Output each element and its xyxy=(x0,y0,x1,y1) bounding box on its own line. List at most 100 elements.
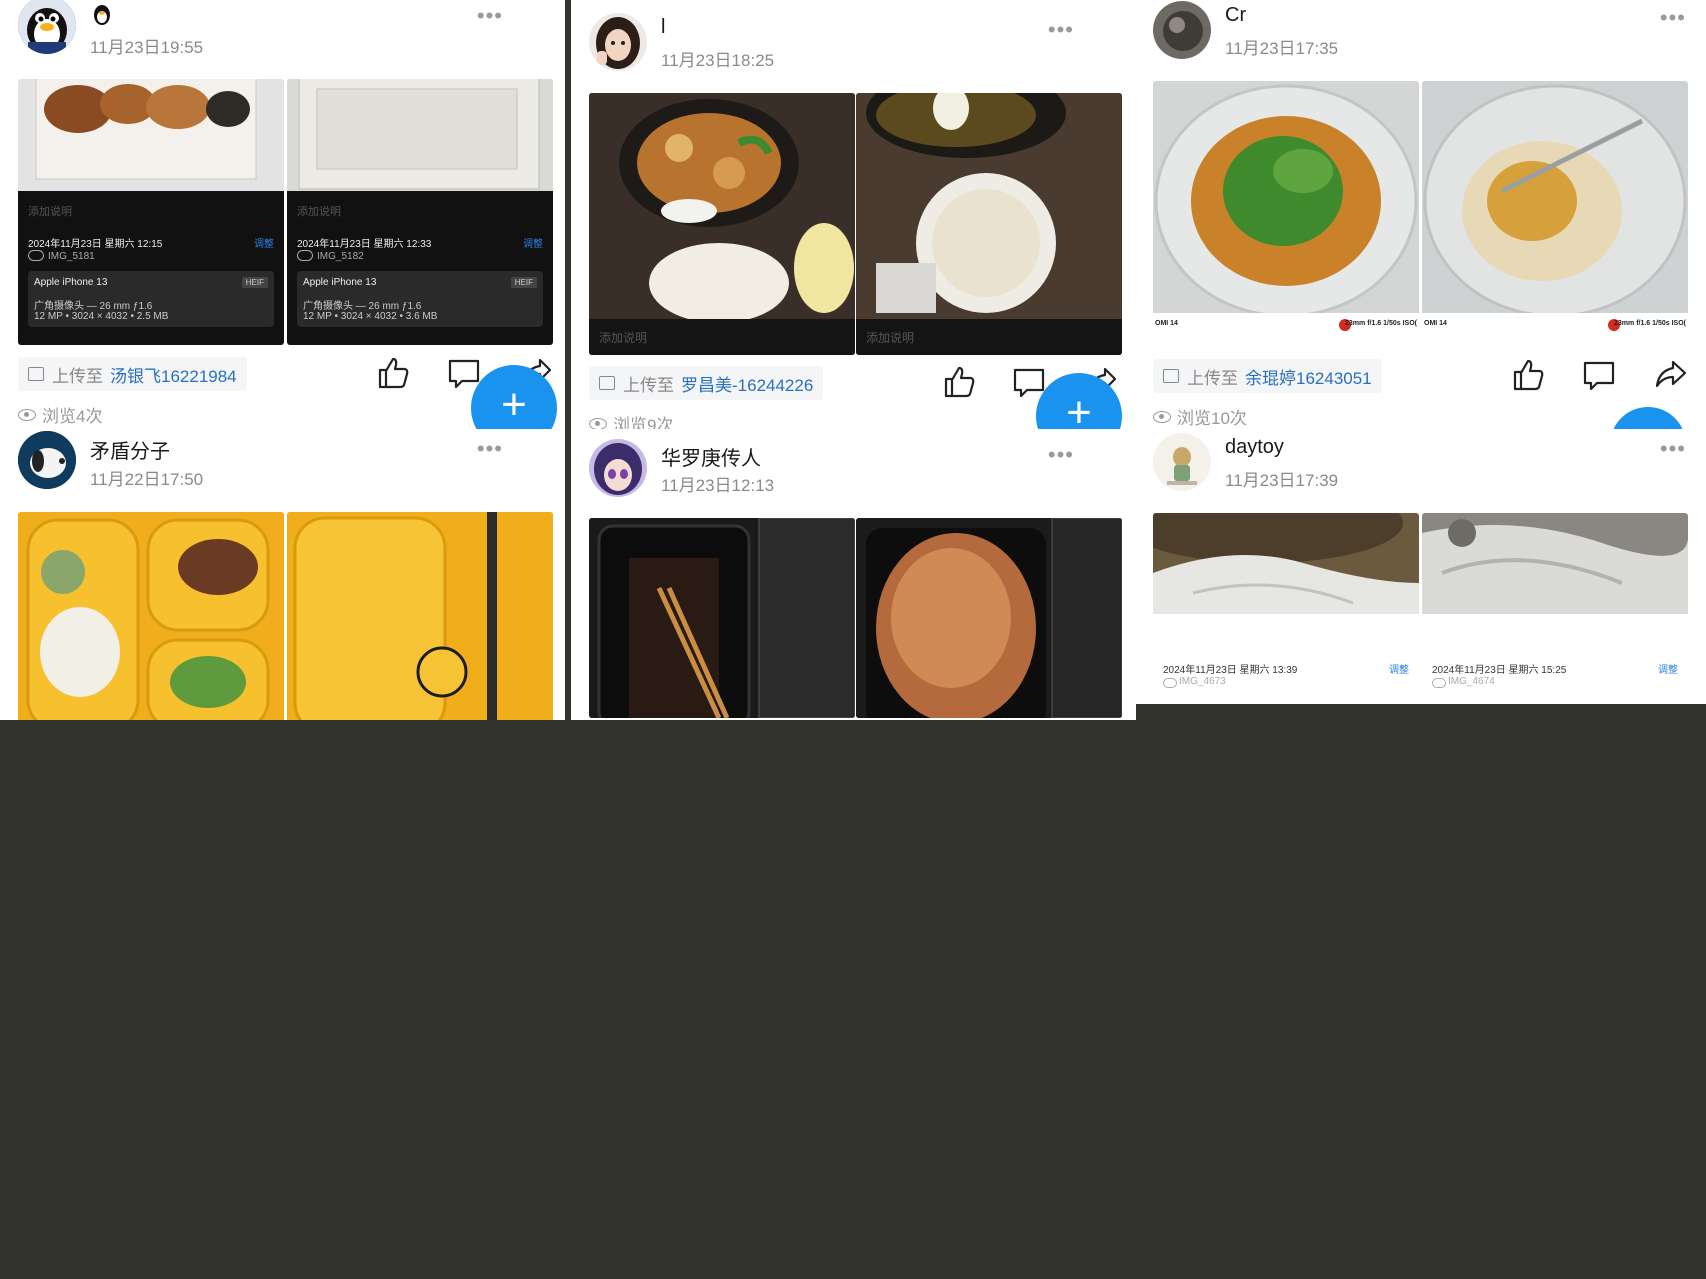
camera-watermark: OMI 14 23mm f/1.6 1/50s ISO( xyxy=(1422,313,1688,341)
cloud-icon xyxy=(297,250,313,261)
photo-datetime: 2024年11月23日 星期六 12:15 xyxy=(28,239,163,250)
thumbs-up-icon[interactable] xyxy=(942,365,976,399)
author-name[interactable]: 华罗庚传人 xyxy=(661,442,761,471)
device-info: Apple iPhone 13 HEIF 广角摄像头 — 26 mm ƒ1.6 … xyxy=(28,271,274,327)
comment-icon[interactable] xyxy=(1013,368,1045,398)
image-icon xyxy=(599,376,615,390)
adjust-link: 调整 xyxy=(254,239,274,250)
camera-watermark: OMI 14 23mm f/1.6 1/50s ISO( xyxy=(1153,313,1419,341)
food-photo xyxy=(1422,513,1688,623)
anime-avatar-icon xyxy=(589,439,647,497)
screenshot-strip-b: l 11月23日18:25 ••• 添加说明 添加说明 上传至 罗昌美-1624… xyxy=(571,0,1136,720)
view-count: 浏览10次 xyxy=(1153,404,1247,429)
food-photo xyxy=(287,512,553,720)
author-name[interactable]: l xyxy=(661,16,665,39)
view-count-text: 浏览10次 xyxy=(1177,409,1247,428)
lens-info: 广角摄像头 — 26 mm ƒ1.6 xyxy=(303,301,422,312)
upload-prefix: 上传至 xyxy=(1187,368,1238,388)
upload-target-chip[interactable]: 上传至 汤银飞16221984 xyxy=(18,357,247,391)
cloud-icon xyxy=(28,250,44,261)
format-badge: HEIF xyxy=(510,277,537,288)
image-spec: 12 MP • 3024 × 4032 • 3.6 MB xyxy=(303,311,438,322)
photo-datetime: 2024年11月23日 星期六 15:25 xyxy=(1432,665,1567,676)
device-info: Apple iPhone 13 HEIF 广角摄像头 — 26 mm ƒ1.6 … xyxy=(297,271,543,327)
author-name[interactable]: daytoy xyxy=(1225,436,1284,459)
photo-thumbnail[interactable] xyxy=(856,518,1122,718)
photo-thumbnail[interactable]: OMI 14 23mm f/1.6 1/50s ISO( xyxy=(1153,81,1419,341)
adjust-link: 调整 xyxy=(523,239,543,250)
food-photo xyxy=(18,79,284,191)
avatar[interactable] xyxy=(1153,1,1211,59)
more-icon[interactable]: ••• xyxy=(477,438,503,460)
food-photo xyxy=(1422,81,1688,318)
author-name[interactable]: 矛盾分子 xyxy=(90,435,170,464)
avatar[interactable] xyxy=(589,439,647,497)
photo-datetime: 2024年11月23日 星期六 12:33 xyxy=(297,239,432,250)
feed-cell-a-top: 11月23日19:55 ••• 添加说明 2024年11月23日 星期六 12:… xyxy=(0,0,565,429)
thumbs-up-icon[interactable] xyxy=(1511,358,1545,392)
photo-avatar-icon xyxy=(1153,1,1211,59)
author-name[interactable]: Cr xyxy=(1225,4,1246,27)
device-name: Apple iPhone 13 xyxy=(303,277,377,288)
thumbs-up-icon[interactable] xyxy=(376,356,410,390)
avatar[interactable] xyxy=(1153,433,1211,491)
photo-filename: IMG_5182 xyxy=(317,251,364,262)
more-icon[interactable]: ••• xyxy=(1660,7,1686,29)
food-photo xyxy=(287,79,553,191)
food-photo xyxy=(589,93,855,323)
format-badge: HEIF xyxy=(241,277,268,288)
add-caption-label: 添加说明 xyxy=(866,331,915,345)
girl-avatar-icon xyxy=(589,13,647,71)
post-time: 11月23日17:39 xyxy=(1225,471,1339,490)
adjust-link: 调整 xyxy=(1658,665,1678,676)
more-icon[interactable]: ••• xyxy=(477,5,503,27)
photo-thumbnail[interactable]: 添加说明 2024年11月23日 星期六 12:15 调整 IMG_5181 A… xyxy=(18,79,284,345)
more-icon[interactable]: ••• xyxy=(1660,438,1686,460)
cloud-icon xyxy=(1163,678,1177,688)
photo-thumbnail[interactable]: 添加说明 xyxy=(856,93,1122,355)
avatar[interactable] xyxy=(18,0,76,54)
photo-thumbnail[interactable]: 添加说明 2024年11月23日 星期六 12:33 调整 IMG_5182 A… xyxy=(287,79,553,345)
avatar[interactable] xyxy=(18,431,76,489)
view-count: 浏览4次 xyxy=(18,402,102,427)
eye-icon xyxy=(18,408,36,421)
plus-button-partial[interactable] xyxy=(1610,407,1686,429)
post-time: 11月22日17:50 xyxy=(90,470,204,489)
image-icon xyxy=(28,367,44,381)
penguin-avatar-icon xyxy=(18,0,76,54)
photo-thumbnail[interactable] xyxy=(589,518,855,718)
photo-info-panel: 2024年11月23日 星期六 13:39 调整 IMG_4673 xyxy=(1153,614,1419,704)
photo-filename: IMG_5181 xyxy=(48,251,95,262)
adjust-link: 调整 xyxy=(1389,665,1409,676)
comment-icon[interactable] xyxy=(1583,361,1615,391)
photo-info-panel: 2024年11月23日 星期六 15:25 调整 IMG_4674 xyxy=(1422,614,1688,704)
post-time: 11月23日18:25 xyxy=(661,51,775,70)
share-icon[interactable] xyxy=(1655,360,1687,388)
more-icon[interactable]: ••• xyxy=(1048,444,1074,466)
comment-icon[interactable] xyxy=(448,359,480,389)
photo-thumbnail[interactable]: 2024年11月23日 星期六 13:39 调整 IMG_4673 xyxy=(1153,513,1419,704)
upload-target-chip[interactable]: 上传至 余琨婷16243051 xyxy=(1153,359,1382,393)
photo-thumbnail[interactable] xyxy=(18,512,284,720)
upload-prefix: 上传至 xyxy=(623,375,674,395)
photo-thumbnail[interactable]: OMI 14 23mm f/1.6 1/50s ISO( xyxy=(1422,81,1688,341)
add-caption-label: 添加说明 xyxy=(28,206,72,218)
feed-cell-c-top: Cr 11月23日17:35 ••• OMI 14 23mm f/1.6 1/5… xyxy=(1135,0,1706,429)
view-count: 浏览9次 xyxy=(589,411,673,429)
upload-target-chip[interactable]: 上传至 罗昌美-16244226 xyxy=(589,366,824,400)
photo-thumbnail[interactable] xyxy=(287,512,553,720)
more-icon[interactable]: ••• xyxy=(1048,19,1074,41)
upload-target-link[interactable]: 罗昌美-16244226 xyxy=(681,371,813,396)
photo-thumbnail[interactable]: 2024年11月23日 星期六 15:25 调整 IMG_4674 xyxy=(1422,513,1688,704)
photo-info-panel: 添加说明 2024年11月23日 星期六 12:15 调整 IMG_5181 A… xyxy=(18,191,284,345)
feed-cell-c-bottom: daytoy 11月23日17:39 ••• 2024年11月23日 星期六 1… xyxy=(1135,429,1706,704)
feed-cell-b-top: l 11月23日18:25 ••• 添加说明 添加说明 上传至 罗昌美-1624… xyxy=(571,0,1136,429)
screenshot-strip-c: Cr 11月23日17:35 ••• OMI 14 23mm f/1.6 1/5… xyxy=(1135,0,1706,704)
photo-datetime: 2024年11月23日 星期六 13:39 xyxy=(1163,665,1298,676)
food-photo xyxy=(856,93,1122,319)
camera-exif: 23mm f/1.6 1/50s ISO( xyxy=(1614,320,1686,327)
photo-thumbnail[interactable]: 添加说明 xyxy=(589,93,855,355)
upload-target-link[interactable]: 余琨婷16243051 xyxy=(1245,364,1372,389)
avatar[interactable] xyxy=(589,13,647,71)
upload-target-link[interactable]: 汤银飞16221984 xyxy=(110,362,237,387)
